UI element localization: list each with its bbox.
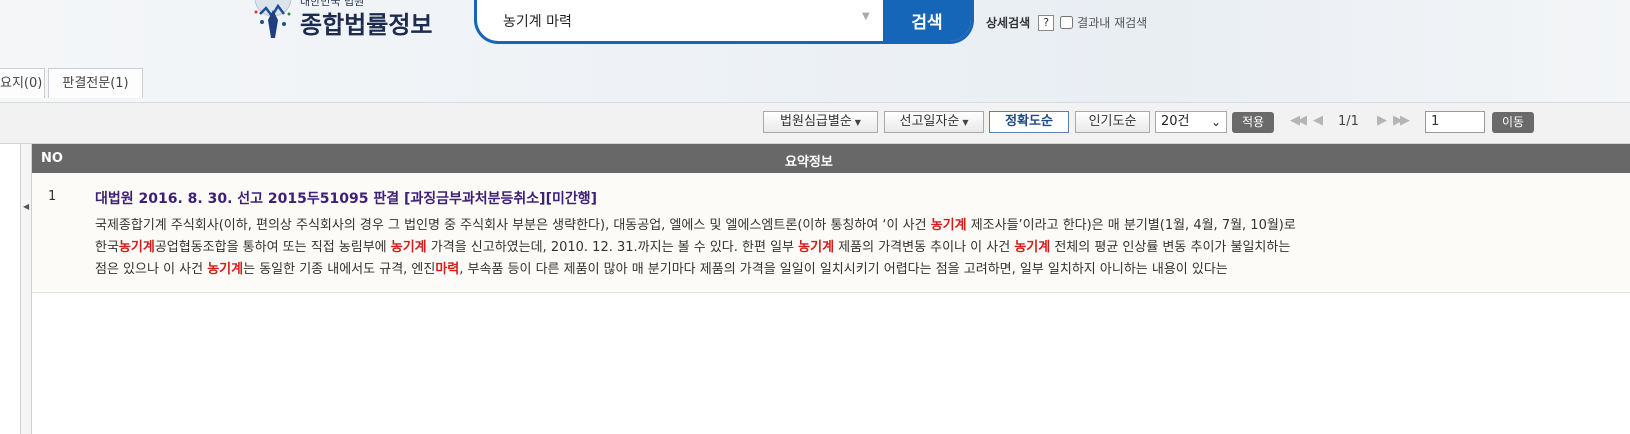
- summary-text: 는 동일한 기종 내에서도 규격, 엔진: [243, 262, 436, 277]
- search-button[interactable]: 검색: [883, 0, 971, 41]
- search-bar: ▼ 검색: [474, 0, 974, 44]
- court-emblem-icon: [254, 0, 292, 38]
- results-empty-area: [32, 293, 1630, 434]
- first-page-icon[interactable]: ◀◀: [1290, 113, 1307, 128]
- next-page-icon[interactable]: ▶: [1377, 113, 1387, 128]
- case-title-link[interactable]: 대법원 2016. 8. 30. 선고 2015두51095 판결 [과징금부과…: [95, 188, 597, 208]
- side-panel-toggle[interactable]: ◀: [20, 144, 32, 434]
- page-info: 1/1: [1338, 114, 1359, 129]
- sort-by-popularity-button[interactable]: 인기도순: [1075, 111, 1150, 133]
- site-header: 대한민국 법원 종합법률정보 ▼ 검색 상세검색 ? 결과내 재검색 요지(0)…: [0, 0, 1630, 103]
- column-header-no: NO: [41, 151, 63, 166]
- page-number-input[interactable]: 1: [1425, 111, 1485, 133]
- keyword-highlight: 농기계: [207, 262, 244, 277]
- case-summary: 국제종합기계 주식회사(이하, 편의상 주식회사의 경우 그 법인명 중 주식회…: [95, 215, 1595, 281]
- summary-text: 전체의 평균 인상률 변동 추이가 불일치하는: [1050, 240, 1291, 255]
- summary-text: 제품의 가격변동 추이나 이 사건: [834, 240, 1015, 255]
- caret-down-icon: ▼: [854, 118, 861, 127]
- page-size-select[interactable]: 20건 ⌄: [1155, 111, 1227, 133]
- keyword-highlight: 농기계: [118, 240, 155, 255]
- keyword-highlight: 농기계: [798, 240, 835, 255]
- keyword-highlight: 농기계: [390, 240, 427, 255]
- search-within-results-label[interactable]: 결과내 재검색: [1077, 14, 1147, 31]
- summary-line: 국제종합기계 주식회사(이하, 편의상 주식회사의 경우 그 법인명 중 주식회…: [95, 215, 1595, 237]
- sort-by-court-level-label: 법원심급별순: [780, 114, 852, 129]
- summary-text: 국제종합기계 주식회사(이하, 편의상 주식회사의 경우 그 법인명 중 주식회…: [95, 218, 931, 233]
- last-page-icon[interactable]: ▶▶: [1393, 113, 1410, 128]
- search-input[interactable]: [501, 10, 865, 32]
- keyword-highlight: 농기계: [1014, 240, 1051, 255]
- summary-text: 제조사들’이라고 한다)은 매 분기별(1월, 4월, 7월, 10월)로: [966, 218, 1296, 233]
- summary-text: 한국: [95, 240, 119, 255]
- tab-summary[interactable]: 요지(0): [0, 68, 45, 98]
- go-to-page-button[interactable]: 이동: [1492, 112, 1534, 133]
- apply-button[interactable]: 적용: [1232, 112, 1274, 133]
- search-within-results-checkbox[interactable]: [1060, 16, 1074, 29]
- result-toolbar: 법원심급별순 ▼ 선고일자순 ▼ 정확도순 인기도순 20건 ⌄ 적용 ◀◀ ◀ 1…: [0, 103, 1630, 144]
- summary-line: 점은 있으나 이 사건 농기계는 동일한 기종 내에서도 규격, 엔진마력, 부…: [95, 259, 1595, 281]
- sort-by-date-button[interactable]: 선고일자순 ▼: [884, 111, 984, 133]
- result-tabs: 요지(0) 판결전문(1): [0, 68, 143, 98]
- sort-by-accuracy-button[interactable]: 정확도순: [989, 111, 1069, 133]
- advanced-search-link[interactable]: 상세검색: [986, 14, 1030, 31]
- summary-line: 한국농기계공업협동조합을 통하여 또는 직접 농림부에 농기계 가격을 신고하였…: [95, 237, 1595, 259]
- results-table-header: NO 요약정보: [32, 144, 1630, 173]
- keyword-highlight: 농기계: [930, 218, 967, 233]
- prev-page-icon[interactable]: ◀: [1313, 113, 1323, 128]
- help-icon[interactable]: ?: [1038, 14, 1055, 31]
- summary-text: 가격을 신고하였는데, 2010. 12. 31.까지는 볼 수 있다. 한편 …: [426, 240, 799, 255]
- logo-title: 종합법률정보: [300, 11, 433, 39]
- table-row: 1 대법원 2016. 8. 30. 선고 2015두51095 판결 [과징금…: [32, 173, 1630, 293]
- tab-full-judgment[interactable]: 판결전문(1): [48, 68, 143, 98]
- search-history-dropdown-icon[interactable]: ▼: [862, 11, 870, 22]
- summary-text: 공업협동조합을 통하여 또는 직접 농림부에: [154, 240, 391, 255]
- chevron-down-icon: ⌄: [1210, 115, 1221, 129]
- page-size-value: 20건: [1161, 114, 1190, 129]
- keyword-highlight: 마력: [435, 262, 460, 277]
- collapse-left-icon: ◀: [23, 202, 30, 211]
- summary-text: , 부속품 등이 다른 제품이 많아 매 분기마다 제품의 가격을 일일이 일치…: [459, 262, 1228, 277]
- caret-down-icon: ▼: [962, 118, 969, 127]
- sort-by-court-level-button[interactable]: 법원심급별순 ▼: [763, 111, 878, 133]
- site-logo[interactable]: 대한민국 법원 종합법률정보: [248, 0, 448, 44]
- row-number: 1: [48, 189, 57, 204]
- summary-text: 점은 있으나 이 사건: [95, 262, 208, 277]
- advanced-search-area: 상세검색 ? 결과내 재검색: [986, 14, 1147, 31]
- column-header-summary: 요약정보: [785, 155, 833, 170]
- sort-by-date-label: 선고일자순: [899, 114, 960, 129]
